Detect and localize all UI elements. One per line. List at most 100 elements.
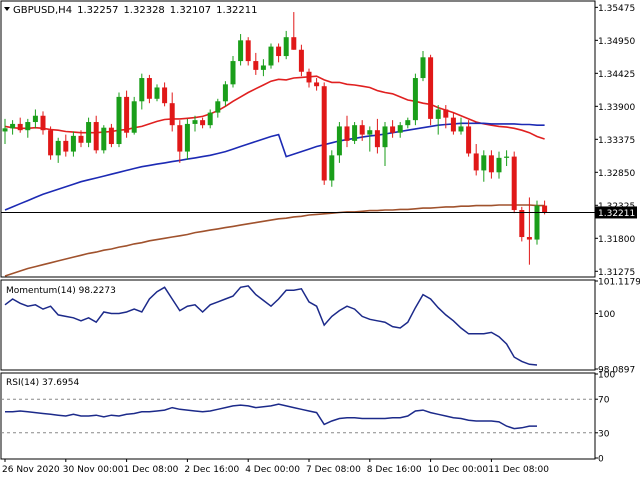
candle-body bbox=[70, 135, 76, 152]
candle-body bbox=[450, 117, 456, 132]
candle-body bbox=[238, 40, 244, 62]
rsi-tick-label: 70 bbox=[598, 396, 610, 406]
price-tick-label: 1.31800 bbox=[598, 235, 635, 245]
time-tick-label: 11 Dec 08:00 bbox=[488, 465, 549, 475]
candle bbox=[124, 90, 130, 138]
rsi-tick-label: 0 bbox=[598, 455, 604, 465]
candle-body bbox=[374, 130, 380, 148]
candle-body bbox=[526, 237, 532, 240]
rsi-label: RSI(14) 37.6954 bbox=[6, 378, 79, 388]
price-tick-label: 1.34425 bbox=[598, 70, 635, 80]
candle-body bbox=[336, 126, 342, 156]
candle-body bbox=[496, 157, 502, 173]
candle-body bbox=[428, 57, 434, 119]
candle-body bbox=[192, 120, 198, 124]
candle-body bbox=[10, 123, 16, 129]
candle-body bbox=[298, 49, 304, 72]
candle-body bbox=[177, 125, 183, 152]
candle-body bbox=[306, 71, 312, 83]
time-tick-label: 8 Dec 16:00 bbox=[367, 465, 422, 475]
header-high: 1.32328 bbox=[123, 5, 164, 16]
candle-body bbox=[488, 155, 494, 173]
candle-body bbox=[268, 46, 274, 66]
time-tick-label: 4 Dec 00:00 bbox=[245, 465, 300, 475]
candle-body bbox=[93, 122, 99, 151]
rsi-tick-label: 100 bbox=[598, 371, 615, 381]
time-axis: 26 Nov 2020 30 Nov 00:00 1 Dec 08:00 2 Dec … bbox=[2, 459, 549, 475]
candle-body bbox=[344, 126, 350, 141]
candle bbox=[116, 92, 122, 148]
time-tick-label: 1 Dec 08:00 bbox=[124, 465, 179, 475]
chart-header: GBPUSD,H4 1.32257 1.32328 1.32107 1.3221… bbox=[4, 5, 258, 16]
forex-chart: 1.35475 1.34950 1.34425 1.33900 1.33375 1.328… bbox=[0, 0, 640, 475]
candle-body bbox=[40, 115, 46, 131]
time-tick-label: 7 Dec 08:00 bbox=[306, 465, 361, 475]
rsi-tick-label: 30 bbox=[598, 429, 610, 439]
candle-body bbox=[25, 122, 31, 131]
candle-body bbox=[245, 40, 251, 62]
candle-body bbox=[458, 126, 464, 132]
candle bbox=[86, 117, 92, 148]
price-panel: 1.35475 1.34950 1.34425 1.33900 1.33375 1.328… bbox=[0, 0, 637, 278]
candle-body bbox=[184, 123, 190, 152]
candle bbox=[511, 151, 517, 214]
rsi-panel: 100 70 30 0 RSI(14) 37.6954 bbox=[0, 371, 615, 465]
candle-body bbox=[367, 130, 373, 135]
time-tick-label: 26 Nov 2020 bbox=[2, 465, 60, 475]
candle-body bbox=[420, 57, 426, 79]
candle-body bbox=[146, 78, 152, 99]
candle-body bbox=[352, 125, 358, 141]
candle-body bbox=[32, 115, 38, 123]
momentum-tick-label: 101.1179 bbox=[598, 278, 640, 288]
candle-body bbox=[283, 37, 289, 57]
candle bbox=[412, 73, 418, 126]
candle-body bbox=[382, 126, 388, 148]
price-tick-label: 1.35475 bbox=[598, 4, 635, 14]
price-tick-label: 1.32850 bbox=[598, 169, 635, 179]
candle-body bbox=[390, 126, 396, 133]
time-tick-label: 10 Dec 00:00 bbox=[428, 465, 489, 475]
candle bbox=[48, 126, 54, 160]
candle-body bbox=[139, 78, 145, 102]
candle bbox=[352, 122, 358, 145]
candle-body bbox=[63, 140, 69, 152]
candle-body bbox=[200, 120, 206, 126]
candle-body bbox=[101, 127, 107, 151]
time-tick-label: 2 Dec 16:00 bbox=[184, 465, 239, 475]
header-close: 1.32211 bbox=[216, 5, 257, 16]
candle-body bbox=[108, 127, 114, 145]
candle-body bbox=[131, 101, 137, 133]
candle bbox=[321, 82, 327, 185]
candle bbox=[131, 96, 137, 135]
current-price-tag-text: 1.32211 bbox=[598, 209, 635, 219]
candle-body bbox=[154, 87, 160, 99]
candle-body bbox=[78, 135, 84, 143]
candle-body bbox=[169, 103, 175, 126]
candle-body bbox=[222, 84, 228, 102]
price-tick-label: 1.31275 bbox=[598, 268, 635, 278]
time-tick-label: 30 Nov 00:00 bbox=[63, 465, 124, 475]
candle bbox=[268, 43, 274, 69]
candle-body bbox=[291, 37, 297, 50]
price-tick-label: 1.33900 bbox=[598, 103, 635, 113]
candle-body bbox=[314, 82, 320, 87]
current-price-tag: 1.32211 bbox=[595, 206, 637, 219]
candle-body bbox=[481, 155, 487, 171]
candle-body bbox=[473, 153, 479, 171]
chart-symbol-title: GBPUSD,H4 bbox=[13, 5, 72, 16]
candle-body bbox=[412, 78, 418, 121]
candle-body bbox=[542, 205, 548, 213]
header-open: 1.32257 bbox=[77, 5, 118, 16]
price-tick-label: 1.33375 bbox=[598, 136, 635, 146]
candle-body bbox=[329, 155, 335, 181]
candle-body bbox=[519, 210, 525, 238]
price-tick-label: 1.34950 bbox=[598, 37, 635, 47]
candle-body bbox=[260, 65, 266, 70]
candle-body bbox=[405, 120, 411, 126]
candle-body bbox=[253, 61, 259, 70]
candle-body bbox=[215, 101, 221, 113]
candle-body bbox=[321, 86, 327, 181]
candle-body bbox=[534, 205, 540, 240]
candle bbox=[101, 125, 107, 154]
candle-body bbox=[207, 112, 213, 126]
